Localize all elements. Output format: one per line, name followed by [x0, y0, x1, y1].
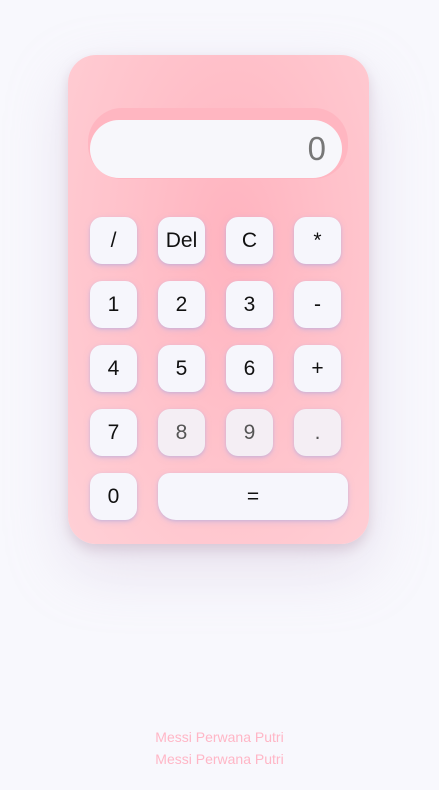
display-value: 0	[307, 130, 326, 167]
digit-2-button[interactable]: 2	[158, 281, 205, 328]
clear-button[interactable]: C	[226, 217, 273, 264]
multiply-button[interactable]: *	[294, 217, 341, 264]
delete-button[interactable]: Del	[158, 217, 205, 264]
minus-button[interactable]: -	[294, 281, 341, 328]
divide-button[interactable]: /	[90, 217, 137, 264]
decimal-button[interactable]: .	[294, 409, 341, 456]
display-screen: 0	[90, 120, 342, 178]
calculator-body: 0 / Del C * 1 2 3 - 4 5 6 + 7 8 9 . 0 =	[68, 55, 369, 544]
plus-button[interactable]: +	[294, 345, 341, 392]
digit-5-button[interactable]: 5	[158, 345, 205, 392]
equals-button[interactable]: =	[158, 473, 348, 520]
digit-0-button[interactable]: 0	[90, 473, 137, 520]
author-credit: Messi Perwana Putri	[155, 729, 284, 745]
digit-1-button[interactable]: 1	[90, 281, 137, 328]
digit-7-button[interactable]: 7	[90, 409, 137, 456]
digit-8-button[interactable]: 8	[158, 409, 205, 456]
digit-9-button[interactable]: 9	[226, 409, 273, 456]
display-frame: 0	[88, 108, 348, 179]
author-credit-repeat: Messi Perwana Putri	[155, 751, 284, 767]
digit-4-button[interactable]: 4	[90, 345, 137, 392]
digit-6-button[interactable]: 6	[226, 345, 273, 392]
digit-3-button[interactable]: 3	[226, 281, 273, 328]
